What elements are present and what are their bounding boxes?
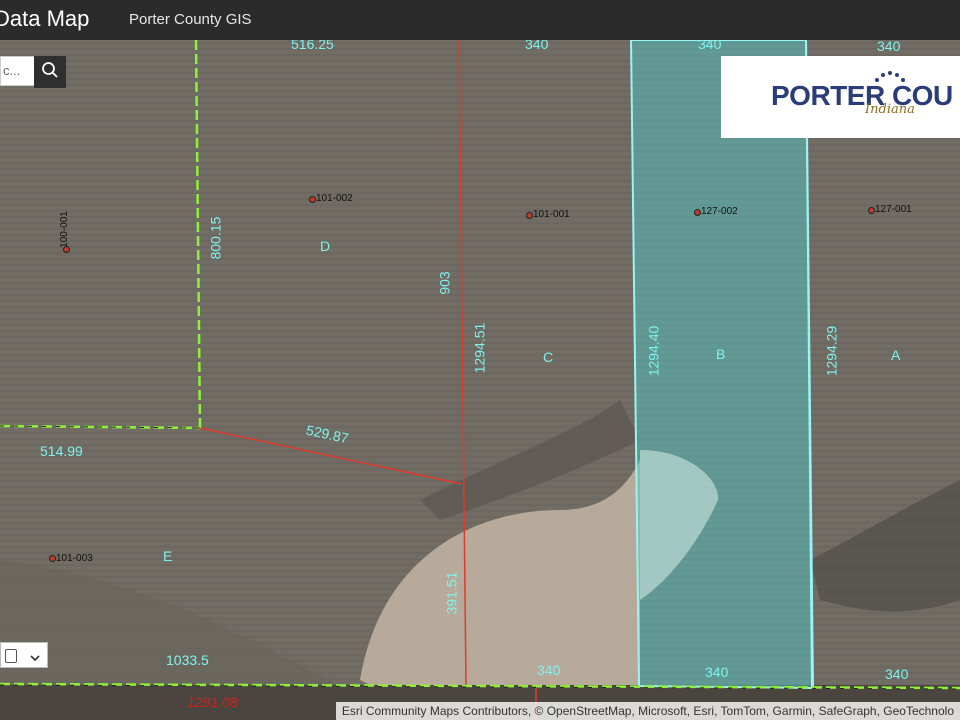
app-subtitle[interactable]: Porter County GIS [129, 11, 252, 28]
dim-label: 1033.5 [166, 652, 209, 668]
parcel-letter-b[interactable]: B [716, 346, 725, 362]
logo-main-text: PORTER COU [771, 80, 953, 111]
parcel-id-label: 127-001 [875, 204, 912, 215]
dim-label: 800.15 [207, 216, 224, 260]
parcel-point[interactable] [868, 207, 875, 214]
parcel-point[interactable] [309, 196, 316, 203]
parcel-point[interactable] [49, 555, 56, 562]
parcel-letter-a[interactable]: A [891, 347, 900, 363]
map-attribution: Esri Community Maps Contributors, © Open… [335, 702, 960, 720]
parcel-id-label: 127-002 [701, 206, 738, 217]
county-logo: PORTER COU Indiana [721, 56, 960, 138]
dim-label: 340 [537, 662, 561, 678]
app-title: Data Map [0, 6, 90, 31]
parcel-id-label: 101-002 [316, 193, 353, 204]
map-view[interactable]: 516.25 340 340 340 800.15 903 1294.51 12… [0, 40, 960, 720]
dim-label: 516.25 [291, 40, 334, 52]
dim-label: 391.51 [443, 571, 460, 615]
parcel-id-label: 101-001 [533, 209, 570, 220]
dim-label: 340 [885, 666, 909, 682]
logo-sub-text: Indiana [865, 102, 915, 117]
top-bar: Data Map Porter County GIS [0, 0, 960, 40]
parcel-letter-d[interactable]: D [320, 238, 330, 254]
search-icon [41, 61, 59, 83]
dim-label: 340 [705, 664, 729, 680]
dim-label: 1294.51 [471, 322, 488, 374]
layer-square-icon [5, 649, 17, 663]
dim-label-red: 1291.08 [187, 694, 238, 710]
dim-label: 514.99 [40, 443, 83, 459]
dim-label: 340 [877, 40, 901, 54]
dim-label: 340 [525, 40, 549, 52]
dim-label: 340 [698, 40, 722, 52]
search-input[interactable]: c... [0, 56, 34, 86]
parcel-letter-e[interactable]: E [163, 548, 172, 564]
parcel-letter-c[interactable]: C [543, 349, 553, 365]
chevron-down-icon[interactable] [29, 649, 41, 668]
dim-label: 1294.29 [823, 325, 840, 377]
dim-label: 903 [436, 271, 453, 295]
map-canvas[interactable] [0, 40, 960, 720]
dim-label: 1294.40 [645, 325, 662, 377]
parcel-point[interactable] [694, 209, 701, 216]
parcel-point[interactable] [526, 212, 533, 219]
layer-control[interactable] [0, 642, 48, 668]
search-button[interactable] [34, 56, 66, 88]
parcel-id-label: 101-003 [56, 553, 93, 564]
parcel-id-label: 100-001 [58, 211, 70, 248]
